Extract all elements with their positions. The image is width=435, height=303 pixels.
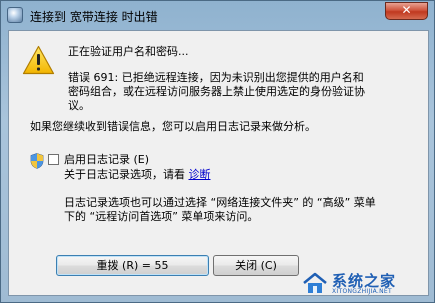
status-text: 正在验证用户名和密码... [68, 45, 189, 58]
error-line-3: 议。 [68, 99, 90, 112]
watermark-url: XITONGZHIJIA.NET [332, 288, 392, 295]
logging-info-text: 关于日志记录选项，请看 诊断 [64, 168, 211, 182]
window-title: 连接到 宽带连接 时出错 [30, 10, 158, 24]
enable-logging-checkbox[interactable] [48, 154, 59, 165]
error-line-2: 密码组合，或在远程访问服务器上禁止使用选定的身份验证协 [68, 85, 365, 98]
diagnostics-link[interactable]: 诊断 [189, 168, 211, 181]
house-logo-icon [303, 272, 327, 293]
title-bar[interactable]: 连接到 宽带连接 时出错 ✕ [1, 1, 434, 28]
enable-logging-label[interactable]: 启用日志记录 (E) [64, 153, 149, 167]
close-button[interactable]: 关闭 (C) [213, 255, 299, 276]
error-line-1: 错误 691: 已拒绝远程连接，因为未识别出您提供的用户名和 [68, 71, 364, 84]
note-line-2: 下的 “远程访问首选项” 菜单项来访问。 [64, 210, 259, 223]
network-connection-icon [7, 7, 23, 23]
dialog-window: 连接到 宽带连接 时出错 ✕ 正在验证用户名和密码... 错误 691: 已拒绝… [0, 0, 435, 303]
hint-text: 如果您继续收到错误信息，您可以启用日志记录来做分析。 [30, 120, 316, 133]
dialog-content: 正在验证用户名和密码... 错误 691: 已拒绝远程连接，因为未识别出您提供的… [8, 30, 429, 296]
site-watermark-logo: 系统之家 XITONGZHIJIA.NET [302, 270, 430, 298]
title-close-button[interactable]: ✕ [385, 2, 428, 20]
redial-button[interactable]: 重拨 (R) = 55 [56, 255, 209, 276]
note-line-1: 日志记录选项也可以通过选择 “网络连接文件夹” 的 “高级” 菜单 [64, 196, 376, 209]
uac-shield-icon [30, 153, 44, 169]
logging-info-prefix: 关于日志记录选项，请看 [64, 168, 185, 181]
warning-icon [22, 45, 55, 75]
